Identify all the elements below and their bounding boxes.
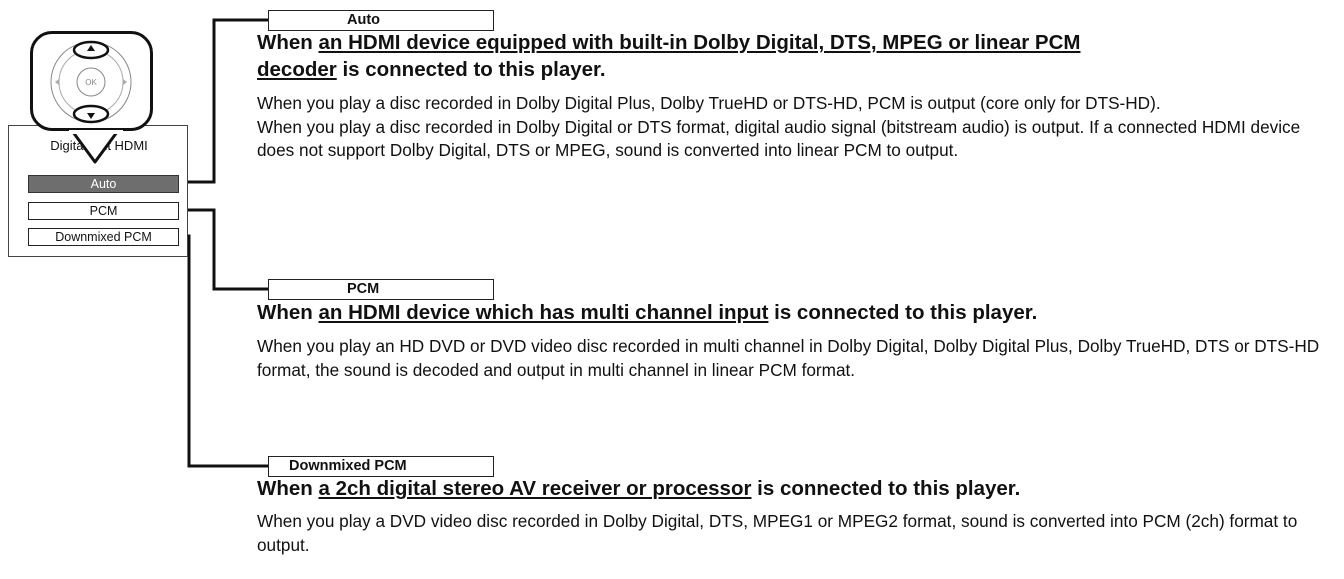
- connector-downmixed: [174, 234, 270, 468]
- section-label-auto: Auto: [268, 10, 494, 31]
- paragraph: When you play a disc recorded in Dolby D…: [257, 93, 1161, 113]
- section-body-auto: When you play a disc recorded in Dolby D…: [257, 92, 1337, 163]
- section-heading-pcm: When an HDMI device which has multi chan…: [257, 301, 1038, 324]
- paragraph: When you play a disc recorded in Dolby D…: [257, 116, 1301, 161]
- connector-auto: [174, 18, 270, 184]
- heading-link-pcm: an HDMI device which has multi channel i…: [318, 301, 769, 324]
- paragraph: When you play a DVD video disc recorded …: [257, 511, 1298, 555]
- section-heading-auto: When an HDMI device equipped with built-…: [257, 31, 1081, 54]
- section-label-downmixed-pcm: Downmixed PCM: [268, 456, 494, 477]
- remote-dpad-icon: OK: [50, 40, 132, 124]
- section-body-downmixed-pcm: When you play a DVD video disc recorded …: [257, 510, 1337, 557]
- section-heading-downmixed-pcm: When a 2ch digital stereo AV receiver or…: [257, 477, 1021, 500]
- paragraph: When you play an HD DVD or DVD video dis…: [257, 336, 1320, 380]
- menu-item-downmixed-pcm[interactable]: Downmixed PCM: [28, 228, 179, 246]
- remote-callout-bubble: OK: [30, 31, 153, 131]
- menu-item-pcm[interactable]: PCM: [28, 202, 179, 220]
- section-label-pcm: PCM: [268, 279, 494, 300]
- menu-item-auto[interactable]: Auto: [28, 175, 179, 193]
- bubble-join: [69, 130, 123, 134]
- section-heading-auto-line2: decoder is connected to this player.: [257, 58, 606, 81]
- ok-label: OK: [85, 78, 97, 87]
- heading-link-auto: an HDMI device equipped with built-in Do…: [318, 31, 1081, 54]
- section-body-pcm: When you play an HD DVD or DVD video dis…: [257, 335, 1337, 382]
- heading-link-downmixed: a 2ch digital stereo AV receiver or proc…: [318, 477, 752, 500]
- heading-link-auto-2: decoder: [257, 58, 337, 81]
